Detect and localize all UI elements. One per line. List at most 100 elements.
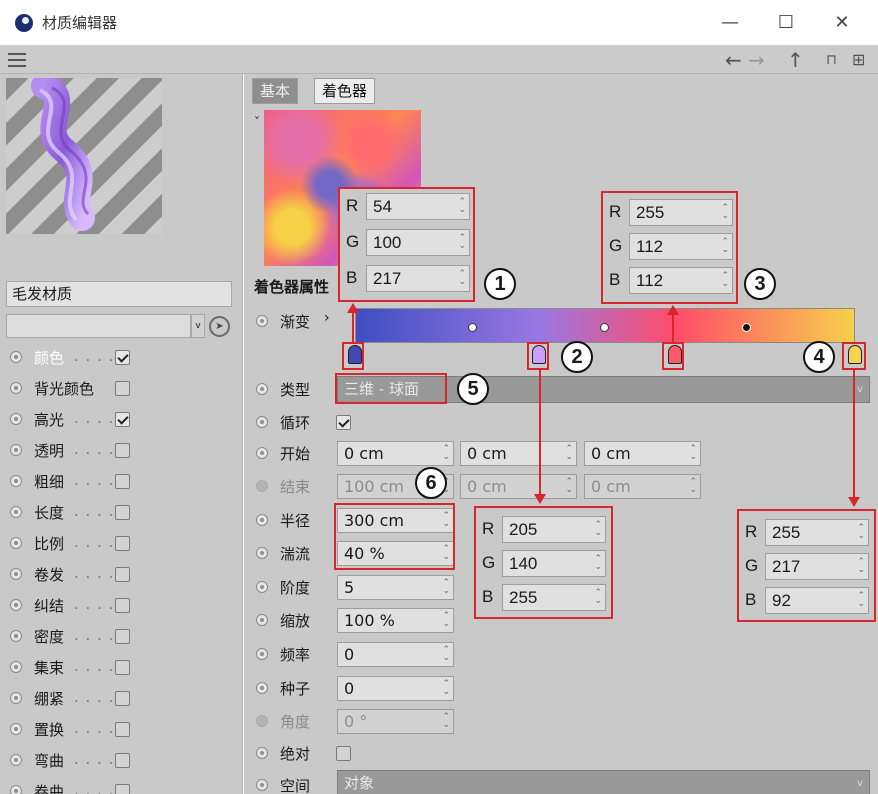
stop4-b-field[interactable]: 92 ⌃ ⌄ <box>765 587 869 614</box>
radio-icon <box>10 382 22 394</box>
radio-icon[interactable] <box>256 648 268 660</box>
channel-checkbox[interactable] <box>115 412 130 427</box>
material-preview[interactable] <box>6 78 162 234</box>
radio-icon[interactable] <box>256 547 268 559</box>
channel-tighten[interactable]: 绷紧. . . . <box>8 683 238 713</box>
space-dropdown[interactable]: 对象 v <box>337 770 870 794</box>
channel-displace[interactable]: 置换. . . . <box>8 714 238 744</box>
stop4-highlight <box>842 342 866 370</box>
channel-checkbox[interactable] <box>115 474 130 489</box>
close-button[interactable]: ✕ <box>818 6 866 40</box>
title-bar: 材质编辑器 — ☐ ✕ <box>0 0 878 46</box>
callout-2: 2 <box>561 341 593 373</box>
channel-transparency[interactable]: 透明. . . . <box>8 435 238 465</box>
arrow-up-icon <box>347 303 359 313</box>
channel-frizz[interactable]: 卷发. . . . <box>8 559 238 589</box>
frequency-field[interactable]: 0 ⌃ ⌄ <box>337 642 454 667</box>
radio-icon[interactable] <box>256 447 268 459</box>
stop3-b-field[interactable]: 112 ⌃ ⌄ <box>629 267 733 294</box>
material-name-field[interactable]: 毛发材质 <box>6 281 232 307</box>
channel-checkbox[interactable] <box>115 691 130 706</box>
tab-shader[interactable]: 着色器 <box>314 78 376 104</box>
channel-bend[interactable]: 弯曲. . . . <box>8 745 238 775</box>
pointer-icon[interactable]: ➤ <box>209 316 230 337</box>
start-x-field[interactable]: 0 cm ⌃ ⌄ <box>337 441 454 466</box>
new-window-icon[interactable]: ⊞ <box>852 47 865 73</box>
channel-checkbox[interactable] <box>115 443 130 458</box>
channel-length[interactable]: 长度. . . . <box>8 497 238 527</box>
octaves-field[interactable]: 5 ⌃ ⌄ <box>337 575 454 600</box>
radio-icon[interactable] <box>256 614 268 626</box>
cycle-row: 循环 <box>254 407 874 437</box>
channel-backlight[interactable]: 背光颜色 <box>8 373 238 403</box>
seed-field[interactable]: 0 ⌃ ⌄ <box>337 676 454 701</box>
gradient-knot[interactable] <box>468 323 477 332</box>
channel-checkbox[interactable] <box>115 629 130 644</box>
radio-icon[interactable] <box>256 514 268 526</box>
channel-checkbox[interactable] <box>115 536 130 551</box>
channel-checkbox[interactable] <box>115 381 130 396</box>
radio-icon[interactable] <box>256 581 268 593</box>
toolbar: ← → ↑ ⊓ ⊞ <box>0 46 878 74</box>
stop2-g-field[interactable]: 140 ⌃ ⌄ <box>502 550 606 577</box>
channel-specular[interactable]: 高光. . . . <box>8 404 238 434</box>
minimize-button[interactable]: — <box>706 6 754 40</box>
absolute-checkbox[interactable] <box>336 746 351 761</box>
radio-icon[interactable] <box>256 416 268 428</box>
channel-density[interactable]: 密度. . . . <box>8 621 238 651</box>
cycle-checkbox[interactable] <box>336 415 351 430</box>
start-y-field[interactable]: 0 cm ⌃ ⌄ <box>460 441 577 466</box>
stop1-r-field[interactable]: 54 ⌃ ⌄ <box>366 193 470 220</box>
channel-checkbox[interactable] <box>115 660 130 675</box>
radio-icon[interactable] <box>256 779 268 791</box>
channel-clump[interactable]: 集束. . . . <box>8 652 238 682</box>
lock-icon[interactable]: ⊓ <box>826 47 837 73</box>
gradient-knot[interactable] <box>742 323 751 332</box>
radio-icon <box>10 475 22 487</box>
stop2-r-field[interactable]: 205 ⌃ ⌄ <box>502 516 606 543</box>
back-arrow-icon[interactable]: ← <box>725 47 742 73</box>
stop4-g-field[interactable]: 217 ⌃ ⌄ <box>765 553 869 580</box>
stop4-r-field[interactable]: 255 ⌃ ⌄ <box>765 519 869 546</box>
maximize-button[interactable]: ☐ <box>762 6 810 40</box>
start-z-field[interactable]: 0 cm ⌃ ⌄ <box>584 441 701 466</box>
channel-curl[interactable]: 卷曲. . . . <box>8 776 238 794</box>
channel-thickness[interactable]: 粗细. . . . <box>8 466 238 496</box>
stop2-b-field[interactable]: 255 ⌃ ⌄ <box>502 584 606 611</box>
start-row: 开始 0 cm ⌃ ⌄ 0 cm ⌃ ⌄ 0 cm ⌃ ⌄ <box>254 438 874 468</box>
forward-arrow-icon[interactable]: → <box>748 47 765 73</box>
chevron-down-icon[interactable]: v <box>191 314 205 338</box>
radio-icon <box>10 754 22 766</box>
left-panel: 毛发材质 v ➤ 颜色. . . . 背光颜色 高光. . . . 透明. . … <box>0 74 243 794</box>
stop2-highlight <box>527 342 549 370</box>
stop1-g-field[interactable]: 100 ⌃ ⌄ <box>366 229 470 256</box>
callout-3: 3 <box>744 268 776 300</box>
stop3-r-field[interactable]: 255 ⌃ ⌄ <box>629 199 733 226</box>
radio-icon[interactable] <box>256 682 268 694</box>
layer-dropdown[interactable] <box>6 314 191 338</box>
channel-color[interactable]: 颜色. . . . <box>8 342 238 372</box>
channel-checkbox[interactable] <box>115 505 130 520</box>
channel-checkbox[interactable] <box>115 722 130 737</box>
channel-checkbox[interactable] <box>115 598 130 613</box>
radio-icon[interactable] <box>256 383 268 395</box>
radio-icon[interactable] <box>256 315 268 327</box>
channel-checkbox[interactable] <box>115 350 130 365</box>
radius-turbulence-highlight <box>334 503 455 570</box>
scale-field[interactable]: 100 % ⌃ ⌄ <box>337 608 454 633</box>
channel-kink[interactable]: 纠结. . . . <box>8 590 238 620</box>
section-title: 着色器属性 <box>254 278 330 296</box>
channel-checkbox[interactable] <box>115 784 130 794</box>
channel-checkbox[interactable] <box>115 753 130 768</box>
channel-scale[interactable]: 比例. . . . <box>8 528 238 558</box>
tab-basic[interactable]: 基本 <box>252 78 299 104</box>
expand-arrow-icon[interactable]: › <box>324 310 330 326</box>
collapse-arrow-icon[interactable]: ˅ <box>254 115 260 129</box>
gradient-knot[interactable] <box>600 323 609 332</box>
up-arrow-icon[interactable]: ↑ <box>787 47 804 73</box>
stop1-b-field[interactable]: 217 ⌃ ⌄ <box>366 265 470 292</box>
menu-icon[interactable] <box>8 53 26 67</box>
channel-checkbox[interactable] <box>115 567 130 582</box>
stop3-g-field[interactable]: 112 ⌃ ⌄ <box>629 233 733 260</box>
radio-icon[interactable] <box>256 747 268 759</box>
